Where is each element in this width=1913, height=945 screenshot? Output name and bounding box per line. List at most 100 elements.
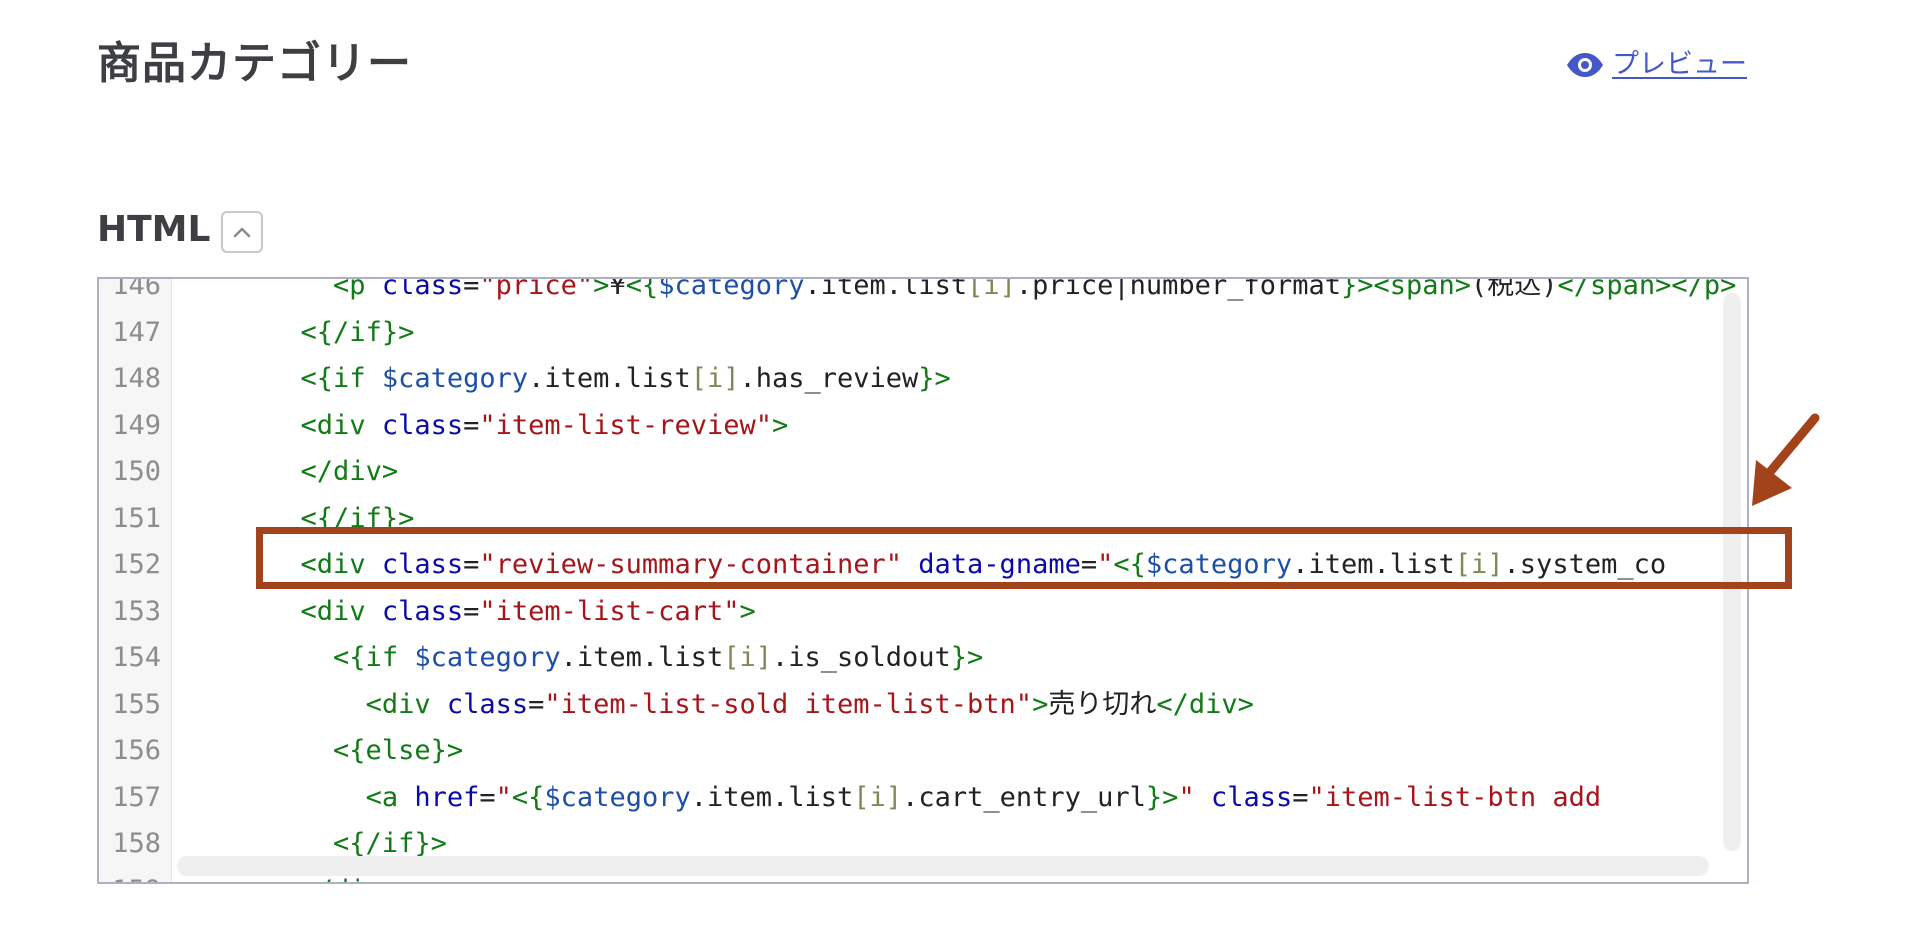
line-number: 150 <box>112 456 161 487</box>
code-token: $category <box>658 277 805 301</box>
code-line[interactable]: 152 <div class="review-summary-container… <box>99 542 1747 589</box>
code-text[interactable]: <{if $category.item.list[i].is_soldout}> <box>203 635 1747 682</box>
line-number: 153 <box>112 595 161 627</box>
code-text[interactable]: <p class="price">¥<{$category.item.list[… <box>203 277 1747 310</box>
code-text[interactable]: <div class="review-summary-container" da… <box>203 542 1747 589</box>
code-text[interactable]: <div class="item-list-sold item-list-btn… <box>203 682 1747 729</box>
code-line[interactable]: 146 <p class="price">¥<{$category.item.l… <box>99 277 1747 310</box>
code-token: $category <box>414 642 561 673</box>
code-token: href <box>414 781 480 813</box>
code-token: <div <box>300 409 382 441</box>
collapse-button[interactable] <box>221 211 263 253</box>
code-text[interactable]: </div> <box>203 449 1747 496</box>
red-arrow-annotation <box>1752 413 1820 506</box>
code-token: " <box>1097 549 1114 580</box>
code-token: > <box>771 409 789 441</box>
code-token: .has_review <box>739 363 919 394</box>
code-text[interactable]: <{/if}> <box>203 310 1747 357</box>
code-token: data-gname <box>918 549 1081 580</box>
code-line[interactable]: 154 <{if $category.item.list[i].is_soldo… <box>99 635 1747 682</box>
code-text[interactable]: <{if $category.item.list[i].has_review}> <box>203 356 1747 403</box>
code-token: <{/if}> <box>300 316 415 348</box>
code-content[interactable]: 146 <p class="price">¥<{$category.item.l… <box>99 277 1747 883</box>
code-token: .item.list <box>690 781 854 813</box>
section-title: HTML <box>97 209 211 250</box>
code-token: [i] <box>967 277 1016 301</box>
code-line[interactable]: 153 <div class="item-list-cart"> <box>99 589 1747 636</box>
code-token: > <box>593 277 610 301</box>
line-number: 151 <box>112 502 161 534</box>
preview-label[interactable]: プレビュー <box>1612 46 1747 84</box>
line-number: 157 <box>112 781 161 813</box>
line-number: 148 <box>112 363 161 394</box>
code-token: }> <box>918 363 951 394</box>
code-token: class <box>381 549 464 580</box>
code-token: .item.list <box>528 363 691 394</box>
code-token: "item-list-review" <box>479 409 772 441</box>
code-token: class <box>446 688 529 720</box>
code-token: ¥ <box>609 277 626 301</box>
preview-link[interactable]: プレビュー <box>1566 46 1747 84</box>
code-token: </div> <box>300 456 399 487</box>
code-text[interactable]: <div class="item-list-cart"> <box>203 589 1747 636</box>
code-text[interactable]: <{else}> <box>203 728 1747 775</box>
horizontal-scrollbar[interactable] <box>177 856 1709 876</box>
code-token: = <box>463 595 480 627</box>
line-number: 146 <box>112 277 161 301</box>
code-text[interactable]: <div class="item-list-review"> <box>203 403 1747 450</box>
line-number: 147 <box>112 316 161 348</box>
eye-icon <box>1566 52 1604 78</box>
page-title: 商品カテゴリー <box>97 38 412 89</box>
code-token: [i] <box>853 781 903 813</box>
code-token: <{ <box>625 277 659 301</box>
code-line[interactable]: 149 <div class="item-list-review"> <box>99 403 1747 450</box>
line-number: 152 <box>112 549 161 580</box>
code-token: = <box>463 277 480 301</box>
code-line[interactable]: 150 </div> <box>99 449 1747 496</box>
line-number: 154 <box>112 642 161 673</box>
vertical-scrollbar[interactable] <box>1723 293 1741 851</box>
line-number: 159 <box>99 868 161 883</box>
code-line[interactable]: 157 <a href="<{$category.item.list[i].ca… <box>99 775 1747 822</box>
code-token: <{if <box>333 642 415 673</box>
code-token: class <box>381 409 464 441</box>
code-token: }> <box>950 642 984 673</box>
code-token: .item.list <box>804 277 968 301</box>
code-token: <{/if}> <box>300 502 415 534</box>
code-token: $category <box>1145 549 1293 580</box>
code-text[interactable]: <a href="<{$category.item.list[i].cart_e… <box>203 775 1747 822</box>
code-editor[interactable]: 146 <p class="price">¥<{$category.item.l… <box>97 277 1749 884</box>
code-token: [i] <box>723 642 772 673</box>
code-token: = <box>463 409 480 441</box>
code-token: <{ <box>511 781 545 813</box>
code-token: = <box>463 549 480 580</box>
code-token: .cart_entry_url <box>902 781 1146 813</box>
code-token: <{ <box>1113 549 1146 580</box>
code-line[interactable]: 156 <{else}> <box>99 728 1747 775</box>
code-token: class <box>381 595 464 627</box>
code-token: <div <box>300 595 382 627</box>
code-token: "item-list-cart" <box>479 595 740 627</box>
code-token: " <box>495 781 512 813</box>
code-token: <{else}> <box>333 735 464 766</box>
code-token: .item.list <box>560 642 724 673</box>
code-token: class <box>381 277 464 301</box>
code-line[interactable]: 151 <{/if}> <box>99 496 1747 543</box>
code-line[interactable]: 155 <div class="item-list-sold item-list… <box>99 682 1747 729</box>
code-line[interactable]: 147 <{/if}> <box>99 310 1747 357</box>
code-token: class <box>1210 781 1293 813</box>
code-token: $category <box>381 363 529 394</box>
code-line[interactable]: 148 <{if $category.item.list[i].has_revi… <box>99 356 1747 403</box>
code-token: $category <box>544 781 691 813</box>
code-token: <{if <box>300 363 382 394</box>
line-number: 158 <box>112 828 161 859</box>
code-text[interactable]: <{/if}> <box>203 496 1747 543</box>
